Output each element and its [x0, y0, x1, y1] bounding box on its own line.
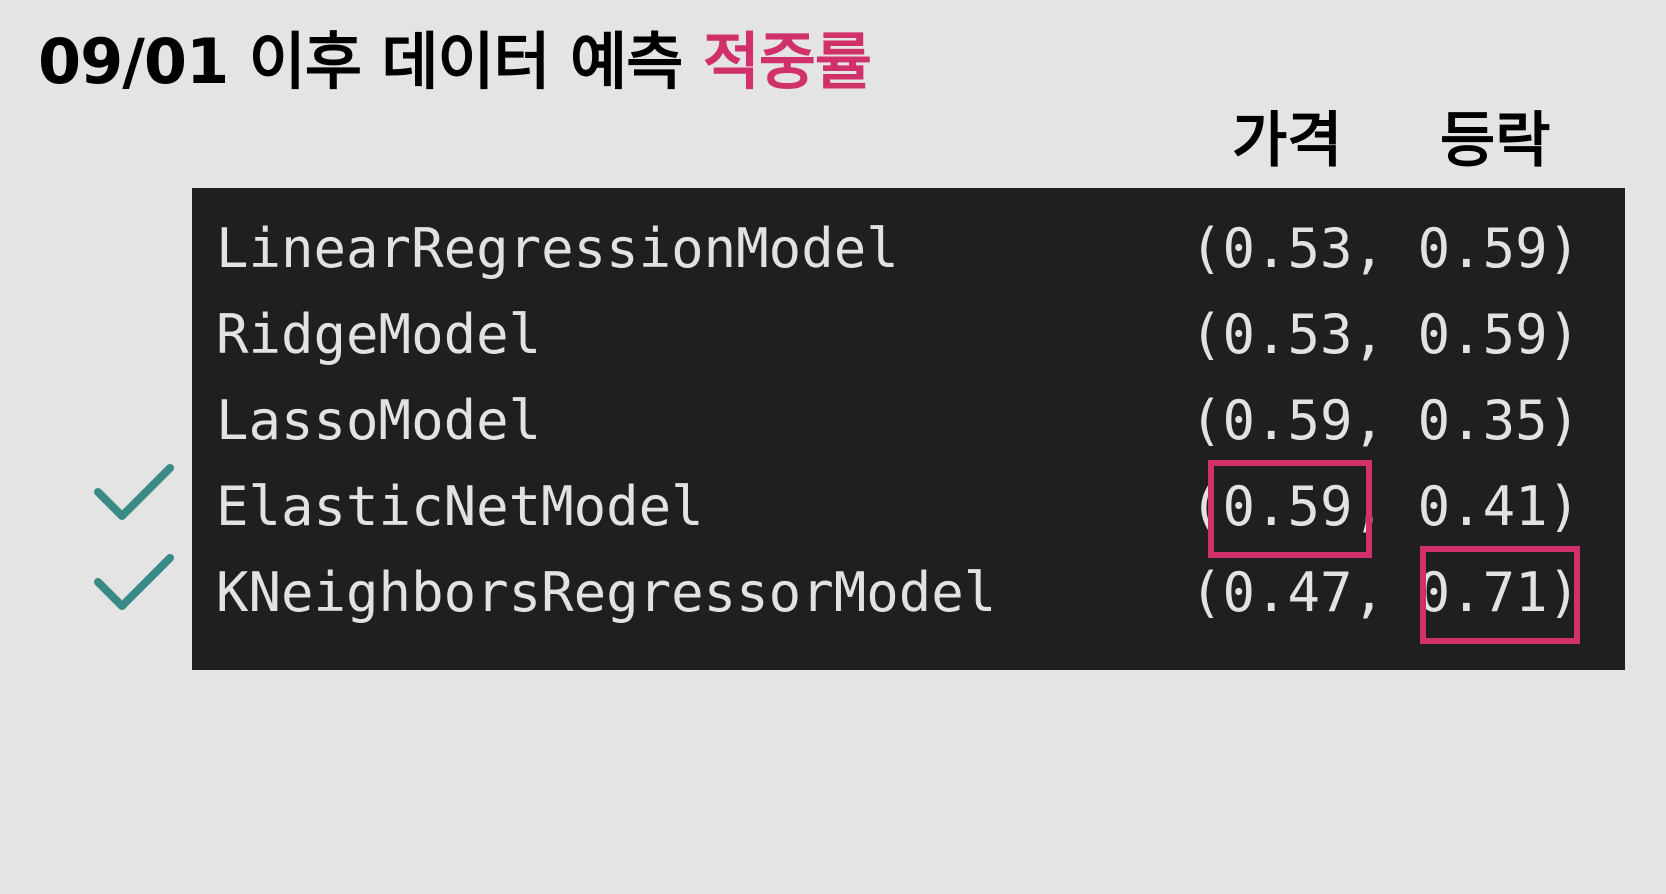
column-header-change: 등락: [1440, 106, 1551, 176]
highlight-box-price: [1208, 460, 1372, 558]
column-header-price: 가격: [1232, 106, 1343, 176]
result-row: ElasticNetModel (0.59, 0.41): [192, 464, 1625, 550]
model-scores: (0.53, 0.59): [1190, 217, 1581, 280]
result-row: LassoModel (0.59, 0.35): [192, 378, 1625, 464]
model-name: LassoModel: [216, 389, 542, 452]
model-name: LinearRegressionModel: [216, 217, 899, 280]
model-name: RidgeModel: [216, 303, 542, 366]
result-row: LinearRegressionModel (0.53, 0.59): [192, 206, 1625, 292]
results-panel: LinearRegressionModel (0.53, 0.59) Ridge…: [192, 188, 1625, 670]
checkmark-icon: [94, 464, 174, 520]
title-main: 09/01 이후 데이터 예측: [38, 25, 703, 98]
model-scores: (0.59, 0.35): [1190, 389, 1581, 452]
checkmark-icon: [94, 554, 174, 610]
highlight-box-change: [1420, 546, 1580, 644]
model-name: ElasticNetModel: [216, 475, 704, 538]
title-accent: 적중률: [702, 25, 872, 98]
model-name: KNeighborsRegressorModel: [216, 561, 997, 624]
result-row: RidgeModel (0.53, 0.59): [192, 292, 1625, 378]
model-scores: (0.53, 0.59): [1190, 303, 1581, 366]
result-row: KNeighborsRegressorModel (0.47, 0.71): [192, 550, 1625, 636]
slide-title: 09/01 이후 데이터 예측 적중률: [38, 25, 872, 98]
